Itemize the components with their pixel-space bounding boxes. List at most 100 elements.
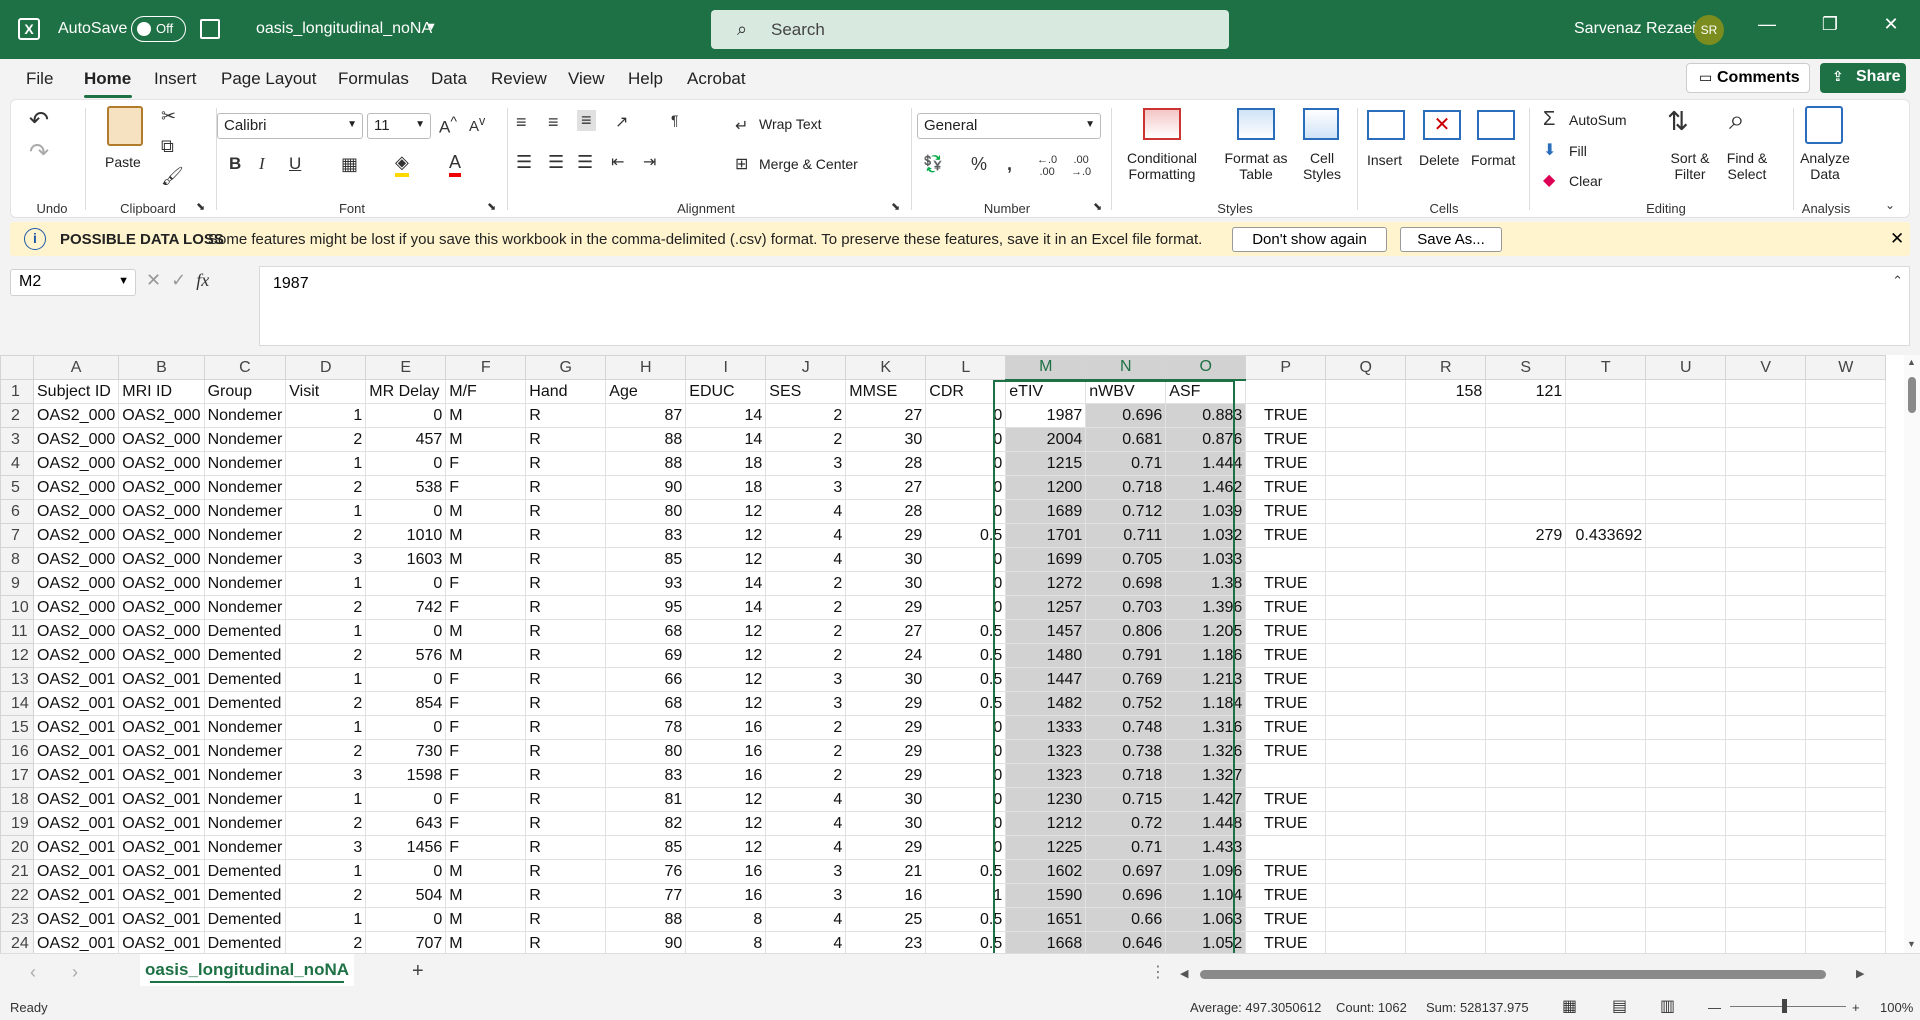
cell-v5[interactable] <box>1725 475 1807 500</box>
analyze-data-button[interactable]: Analyze Data <box>1797 150 1853 182</box>
cell-s4[interactable] <box>1485 451 1567 476</box>
cell-o13[interactable]: 1.213 <box>1165 667 1247 692</box>
cell-q13[interactable] <box>1325 667 1407 692</box>
cell-a21[interactable]: OAS2_001 <box>32 859 120 884</box>
cell-w9[interactable] <box>1805 571 1887 596</box>
cell-l1[interactable]: CDR <box>925 379 1007 404</box>
column-header-c[interactable]: C <box>203 355 287 380</box>
cell-m21[interactable]: 1602 <box>1005 859 1087 884</box>
cell-u14[interactable] <box>1645 691 1727 716</box>
cell-h12[interactable]: 69 <box>605 643 687 668</box>
align-middle-icon[interactable]: ≡ <box>548 112 559 133</box>
insert-cells-icon[interactable] <box>1367 110 1405 140</box>
column-header-q[interactable]: Q <box>1325 355 1407 380</box>
align-left-icon[interactable]: ☰ <box>516 152 532 173</box>
cell-o10[interactable]: 1.396 <box>1165 595 1247 620</box>
cell-n22[interactable]: 0.696 <box>1085 883 1167 908</box>
cell-s9[interactable] <box>1485 571 1567 596</box>
cell-v18[interactable] <box>1725 787 1807 812</box>
cell-f24[interactable]: M <box>445 931 527 953</box>
cell-o15[interactable]: 1.316 <box>1165 715 1247 740</box>
sheet-tab[interactable]: oasis_longitudinal_noNA <box>140 954 354 986</box>
cell-d9[interactable]: 1 <box>285 571 367 596</box>
cell-u12[interactable] <box>1645 643 1727 668</box>
row-header[interactable]: 19 <box>0 811 34 836</box>
column-header-u[interactable]: U <box>1645 355 1727 380</box>
scroll-right-icon[interactable]: ▶ <box>1856 967 1864 980</box>
row-header[interactable]: 23 <box>0 907 34 932</box>
cell-w13[interactable] <box>1805 667 1887 692</box>
cell-r19[interactable] <box>1405 811 1487 836</box>
cell-o17[interactable]: 1.327 <box>1165 763 1247 788</box>
cell-n13[interactable]: 0.769 <box>1085 667 1167 692</box>
cell-d24[interactable]: 2 <box>285 931 367 953</box>
cell-i23[interactable]: 8 <box>685 907 767 932</box>
cell-k17[interactable]: 29 <box>845 763 927 788</box>
cell-h6[interactable]: 80 <box>605 499 687 524</box>
cell-s16[interactable] <box>1485 739 1567 764</box>
cell-k16[interactable]: 29 <box>845 739 927 764</box>
cell-g15[interactable]: R <box>525 715 607 740</box>
cell-i13[interactable]: 12 <box>685 667 767 692</box>
cell-s18[interactable] <box>1485 787 1567 812</box>
cell-s5[interactable] <box>1485 475 1567 500</box>
cell-w6[interactable] <box>1805 499 1887 524</box>
cell-h14[interactable]: 68 <box>605 691 687 716</box>
cell-i14[interactable]: 12 <box>685 691 767 716</box>
status-count[interactable]: Count: 1062 <box>1336 1000 1407 1015</box>
cell-o12[interactable]: 1.186 <box>1165 643 1247 668</box>
cell-r16[interactable] <box>1405 739 1487 764</box>
cell-b4[interactable]: OAS2_000 <box>118 451 205 476</box>
cell-a6[interactable]: OAS2_000 <box>32 499 120 524</box>
cell-m2[interactable]: 1987 <box>1005 403 1087 428</box>
cell-q10[interactable] <box>1325 595 1407 620</box>
cell-b2[interactable]: OAS2_000 <box>118 403 205 428</box>
cell-e2[interactable]: 0 <box>365 403 447 428</box>
cell-styles-icon[interactable] <box>1303 108 1339 140</box>
cell-c14[interactable]: Demented <box>203 691 287 716</box>
cell-k22[interactable]: 16 <box>845 883 927 908</box>
cell-b6[interactable]: OAS2_000 <box>118 499 205 524</box>
cell-o14[interactable]: 1.184 <box>1165 691 1247 716</box>
horizontal-scrollbar[interactable]: ◀ ▶ <box>1180 967 1870 981</box>
cell-t7[interactable]: 0.433692 <box>1565 523 1647 548</box>
cell-k19[interactable]: 30 <box>845 811 927 836</box>
row-header[interactable]: 21 <box>0 859 34 884</box>
splitter-icon[interactable]: ⋮ <box>1150 962 1166 982</box>
clear-icon[interactable]: ◆ <box>1543 170 1555 190</box>
minimize-button[interactable]: — <box>1752 14 1782 35</box>
font-name-combo[interactable]: Calibri ▼ <box>217 113 363 139</box>
find-icon[interactable]: ⌕ <box>1729 104 1745 137</box>
cell-l20[interactable]: 0 <box>925 835 1007 860</box>
add-sheet-icon[interactable]: + <box>412 960 424 983</box>
wrap-text-button[interactable]: Wrap Text <box>759 116 822 132</box>
cell-e3[interactable]: 457 <box>365 427 447 452</box>
cell-h15[interactable]: 78 <box>605 715 687 740</box>
cell-i21[interactable]: 16 <box>685 859 767 884</box>
analyze-data-icon[interactable] <box>1805 106 1843 144</box>
zoom-slider[interactable] <box>1730 1006 1846 1007</box>
cell-p19[interactable]: TRUE <box>1245 811 1327 836</box>
cell-w20[interactable] <box>1805 835 1887 860</box>
cell-u21[interactable] <box>1645 859 1727 884</box>
fill-icon[interactable]: ⬇ <box>1543 140 1556 160</box>
cell-s8[interactable] <box>1485 547 1567 572</box>
cell-f20[interactable]: F <box>445 835 527 860</box>
cell-g11[interactable]: R <box>525 619 607 644</box>
cell-s7[interactable]: 279 <box>1485 523 1567 548</box>
cell-s19[interactable] <box>1485 811 1567 836</box>
cell-o20[interactable]: 1.433 <box>1165 835 1247 860</box>
cell-h2[interactable]: 87 <box>605 403 687 428</box>
cell-d7[interactable]: 2 <box>285 523 367 548</box>
cell-u15[interactable] <box>1645 715 1727 740</box>
cell-r21[interactable] <box>1405 859 1487 884</box>
cell-m5[interactable]: 1200 <box>1005 475 1087 500</box>
cell-f16[interactable]: F <box>445 739 527 764</box>
font-size-combo[interactable]: 11 ▼ <box>367 113 431 139</box>
cell-i2[interactable]: 14 <box>685 403 767 428</box>
cell-j3[interactable]: 2 <box>765 427 847 452</box>
row-header[interactable]: 12 <box>0 643 34 668</box>
cell-o5[interactable]: 1.462 <box>1165 475 1247 500</box>
cell-v21[interactable] <box>1725 859 1807 884</box>
cell-o18[interactable]: 1.427 <box>1165 787 1247 812</box>
